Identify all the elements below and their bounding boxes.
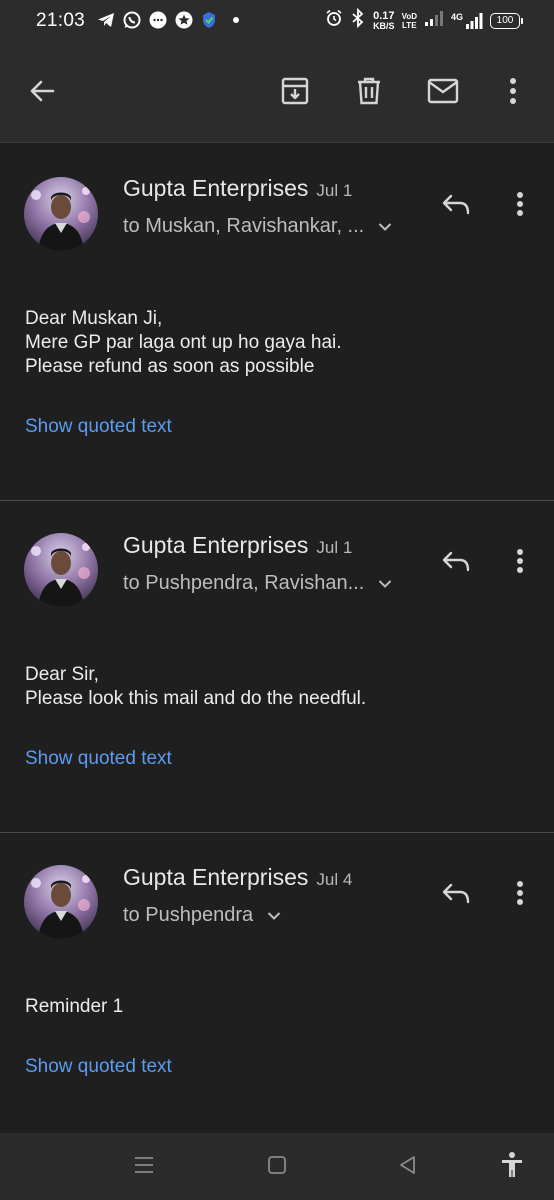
star-icon xyxy=(174,10,194,30)
recipients-toggle[interactable]: to Muskan, Ravishankar, ... xyxy=(123,215,392,238)
reply-button[interactable] xyxy=(434,541,478,585)
avatar[interactable] xyxy=(24,533,98,607)
avatar[interactable] xyxy=(24,865,98,939)
net-speed-unit: KB/S xyxy=(373,20,395,31)
message-body: Dear Muskan Ji, Mere GP par laga ont up … xyxy=(25,307,342,379)
battery-indicator: 100 xyxy=(490,12,523,29)
delete-icon xyxy=(355,76,383,111)
whatsapp-icon xyxy=(122,10,142,30)
message-date: Jul 1 xyxy=(316,181,353,200)
recipients-text: to Pushpendra, Ravishan... xyxy=(123,572,365,594)
body-line: Please look this mail and do the needful… xyxy=(25,688,367,709)
show-quoted-text-link[interactable]: Show quoted text xyxy=(25,1056,172,1078)
reply-button[interactable] xyxy=(434,184,478,228)
message-item[interactable]: Gupta Enterprises Jul 4 to Pushpendra Rem… xyxy=(0,833,554,1133)
archive-button[interactable] xyxy=(273,71,317,115)
vpn-shield-icon xyxy=(200,10,218,30)
sender-line: Gupta Enterprises Jul 4 xyxy=(123,864,352,891)
nav-back-button[interactable] xyxy=(386,1145,430,1189)
alarm-icon xyxy=(325,9,343,32)
mark-unread-button[interactable] xyxy=(421,71,465,115)
sender-name: Gupta Enterprises xyxy=(123,532,309,558)
chevron-down-icon xyxy=(378,222,392,232)
app-bar xyxy=(0,44,554,143)
recipients-toggle[interactable]: to Pushpendra, Ravishan... xyxy=(123,572,392,595)
recents-button[interactable] xyxy=(122,1145,166,1189)
chevron-down-icon xyxy=(267,911,281,921)
more-vert-icon xyxy=(516,880,524,911)
accessibility-button[interactable] xyxy=(490,1145,534,1189)
net-speed-value: 0.17 xyxy=(373,9,395,22)
reply-icon xyxy=(441,882,471,909)
accessibility-icon xyxy=(500,1151,524,1184)
battery-level: 100 xyxy=(496,15,514,26)
avatar[interactable] xyxy=(24,177,98,251)
status-time: 21:03 xyxy=(36,10,86,31)
archive-icon xyxy=(280,76,310,111)
status-right-icons: 0.17 KB/S VoD LTE 4G 100 xyxy=(325,7,523,33)
network-type-signal: 4G xyxy=(451,12,483,30)
more-vert-icon xyxy=(509,77,517,110)
system-nav-bar xyxy=(0,1133,554,1200)
recipients-text: to Muskan, Ravishankar, ... xyxy=(123,215,365,237)
recipients-toggle[interactable]: to Pushpendra xyxy=(123,904,281,927)
thread-content: Gupta Enterprises Jul 1 to Muskan, Ravish… xyxy=(0,143,554,1133)
notification-icons xyxy=(96,10,240,30)
body-line: Mere GP par laga ont up ho gaya hai. xyxy=(25,332,342,353)
message-date: Jul 1 xyxy=(316,538,353,557)
show-quoted-text-link[interactable]: Show quoted text xyxy=(25,748,172,770)
chat-bubble-icon xyxy=(148,10,168,30)
volte-top: VoD xyxy=(401,11,417,21)
message-item[interactable]: Gupta Enterprises Jul 1 to Pushpendra, Ra… xyxy=(0,501,554,833)
telegram-icon xyxy=(96,10,116,30)
body-line: Dear Sir, xyxy=(25,664,99,685)
sender-line: Gupta Enterprises Jul 1 xyxy=(123,532,352,559)
status-bar: 21:03 0.17 KB/S VoD LTE 4G 100 xyxy=(0,0,554,44)
message-body: Dear Sir, Please look this mail and do t… xyxy=(25,663,366,711)
body-line: Dear Muskan Ji, xyxy=(25,308,163,329)
network-type: 4G xyxy=(450,11,463,22)
bluetooth-icon xyxy=(350,7,366,33)
message-more-button[interactable] xyxy=(498,541,542,585)
chevron-down-icon xyxy=(378,579,392,589)
back-triangle-icon xyxy=(397,1154,419,1181)
sender-line: Gupta Enterprises Jul 1 xyxy=(123,175,352,202)
message-more-button[interactable] xyxy=(498,873,542,917)
more-vert-icon xyxy=(516,191,524,222)
more-vert-icon xyxy=(516,548,524,579)
more-options-button[interactable] xyxy=(491,71,535,115)
volte-indicator: VoD LTE xyxy=(402,12,417,30)
home-button[interactable] xyxy=(255,1145,299,1189)
sender-name: Gupta Enterprises xyxy=(123,175,309,201)
reply-icon xyxy=(441,550,471,577)
message-date: Jul 4 xyxy=(316,870,353,889)
back-button[interactable] xyxy=(20,71,64,115)
message-item[interactable]: Gupta Enterprises Jul 1 to Muskan, Ravish… xyxy=(0,143,554,501)
message-more-button[interactable] xyxy=(498,184,542,228)
mark-unread-icon xyxy=(427,78,459,109)
sender-name: Gupta Enterprises xyxy=(123,864,309,890)
net-speed: 0.17 KB/S xyxy=(373,9,395,31)
show-quoted-text-link[interactable]: Show quoted text xyxy=(25,416,172,438)
body-line: Please refund as soon as possible xyxy=(25,356,315,377)
dot-icon xyxy=(232,10,240,30)
home-square-icon xyxy=(266,1154,288,1181)
back-arrow-icon xyxy=(28,77,56,110)
message-body: Reminder 1 xyxy=(25,995,123,1019)
menu-icon xyxy=(133,1155,155,1180)
reply-button[interactable] xyxy=(434,873,478,917)
delete-button[interactable] xyxy=(347,71,391,115)
reply-icon xyxy=(441,193,471,220)
signal-icon xyxy=(424,9,444,32)
body-line: Reminder 1 xyxy=(25,996,124,1017)
volte-bottom: LTE xyxy=(402,20,417,30)
recipients-text: to Pushpendra xyxy=(123,904,254,926)
